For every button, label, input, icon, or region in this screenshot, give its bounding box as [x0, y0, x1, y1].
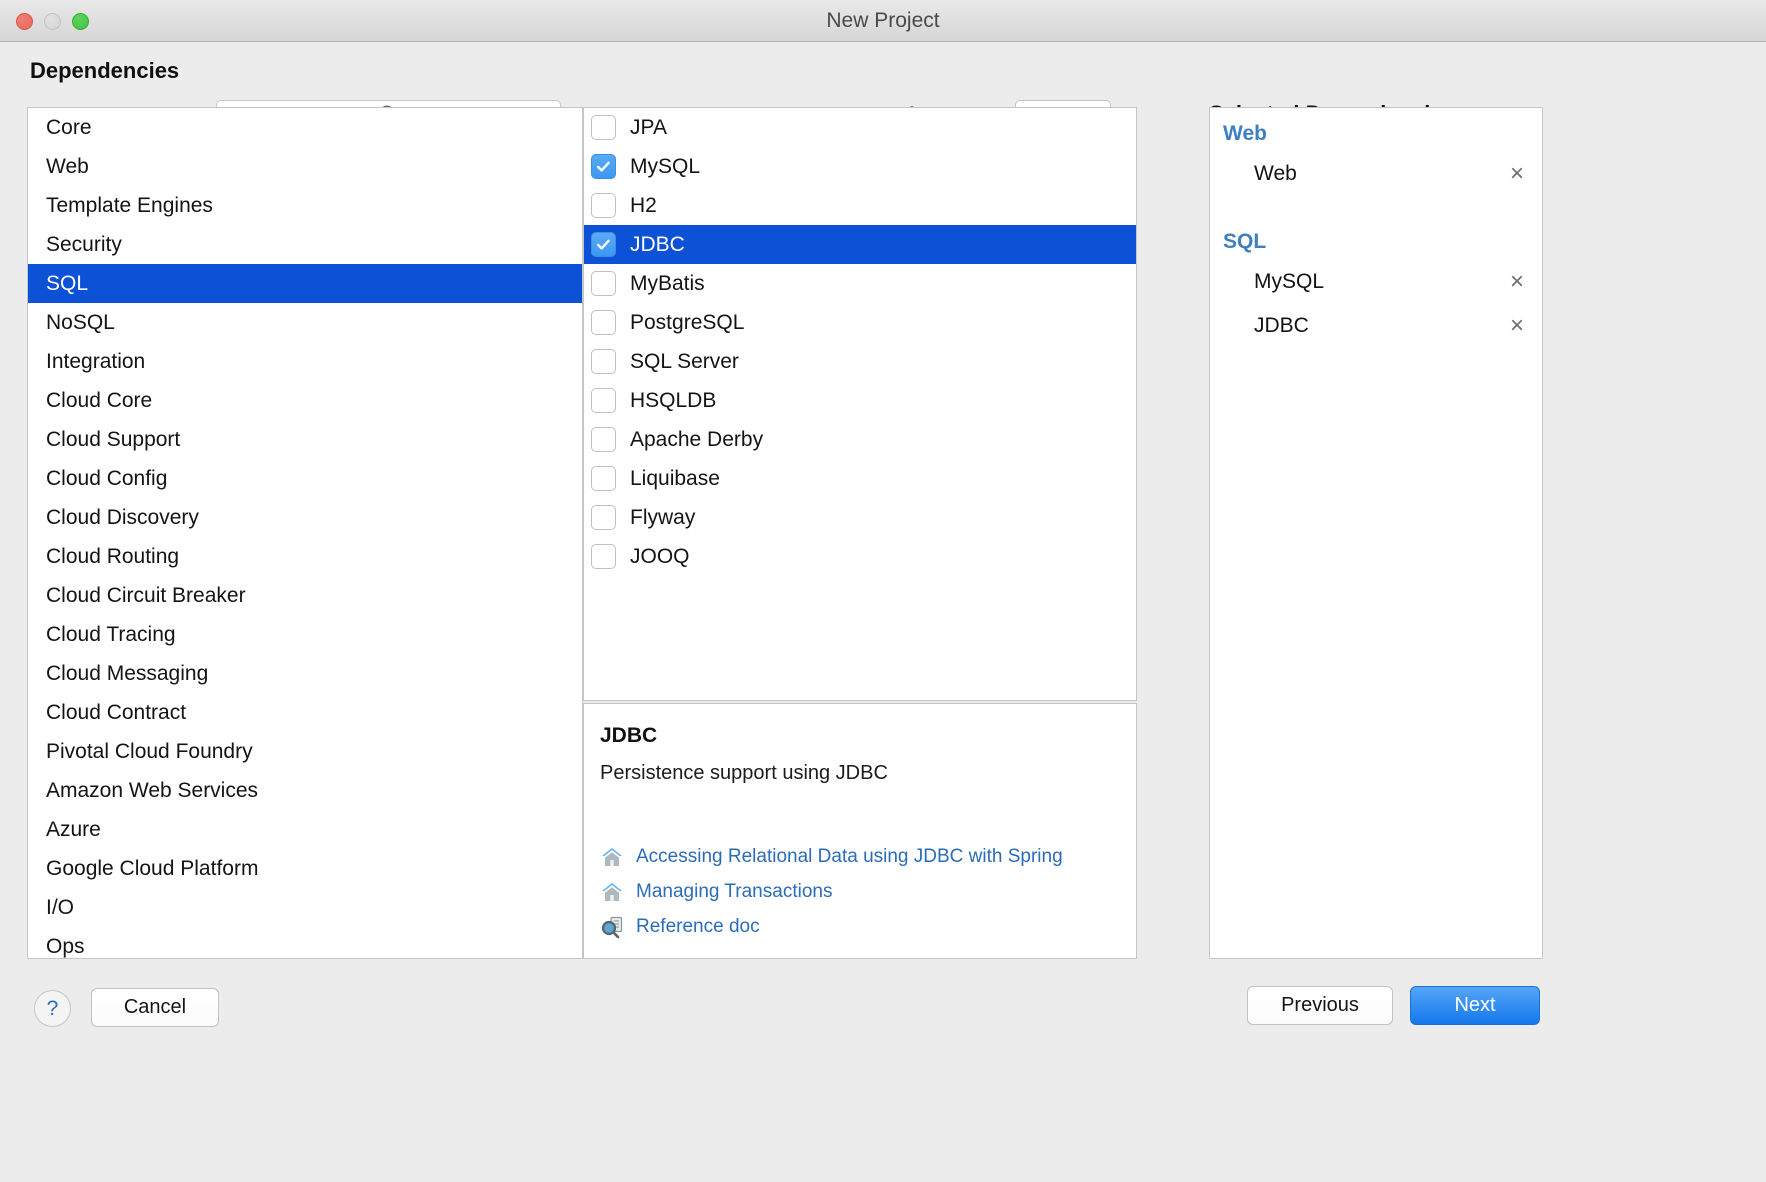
dependency-row[interactable]: Flyway: [584, 498, 1136, 537]
dependency-label: MyBatis: [630, 272, 705, 296]
dependency-label: Flyway: [630, 506, 695, 530]
dependency-label: JPA: [630, 116, 667, 140]
group-spacer: [1210, 196, 1542, 216]
dependency-row[interactable]: Apache Derby: [584, 420, 1136, 459]
selected-dependency-row: JDBC ×: [1210, 304, 1542, 348]
home-icon: [600, 845, 624, 869]
checkbox-unchecked-icon[interactable]: [591, 427, 616, 452]
next-button[interactable]: Next: [1410, 986, 1540, 1025]
dependency-label: H2: [630, 194, 657, 218]
category-item[interactable]: Web: [28, 147, 582, 186]
reference-link[interactable]: Managing Transactions: [600, 874, 1063, 909]
category-item[interactable]: Cloud Circuit Breaker: [28, 576, 582, 615]
reference-link-label[interactable]: Reference doc: [636, 916, 760, 938]
dependency-row[interactable]: JPA: [584, 108, 1136, 147]
description-panel: JDBC Persistence support using JDBC Acce…: [583, 703, 1137, 959]
checkbox-unchecked-icon[interactable]: [591, 466, 616, 491]
checkbox-unchecked-icon[interactable]: [591, 505, 616, 530]
remove-dependency-icon[interactable]: ×: [1510, 162, 1524, 186]
checkbox-unchecked-icon[interactable]: [591, 349, 616, 374]
dependency-label: SQL Server: [630, 350, 739, 374]
description-title: JDBC: [600, 724, 1136, 748]
category-item[interactable]: Cloud Routing: [28, 537, 582, 576]
selected-dependency-label: JDBC: [1254, 314, 1309, 338]
dependency-row[interactable]: PostgreSQL: [584, 303, 1136, 342]
dependency-label: JDBC: [630, 233, 685, 257]
selected-dependency-row: Web ×: [1210, 152, 1542, 196]
dependency-label: JOOQ: [630, 545, 690, 569]
home-icon: [600, 880, 624, 904]
category-item[interactable]: Amazon Web Services: [28, 771, 582, 810]
selected-group-header: Web: [1210, 108, 1542, 152]
dependency-row[interactable]: SQL Server: [584, 342, 1136, 381]
checkbox-unchecked-icon[interactable]: [591, 310, 616, 335]
dependency-row[interactable]: HSQLDB: [584, 381, 1136, 420]
selected-dependency-label: MySQL: [1254, 270, 1324, 294]
category-item[interactable]: Cloud Discovery: [28, 498, 582, 537]
category-item[interactable]: Template Engines: [28, 186, 582, 225]
category-item[interactable]: Google Cloud Platform: [28, 849, 582, 888]
category-item[interactable]: SQL: [28, 264, 582, 303]
selected-dependency-label: Web: [1254, 162, 1297, 186]
checkbox-unchecked-icon[interactable]: [591, 115, 616, 140]
category-item[interactable]: Cloud Contract: [28, 693, 582, 732]
category-list[interactable]: CoreWebTemplate EnginesSecuritySQLNoSQLI…: [27, 107, 583, 959]
category-item[interactable]: I/O: [28, 888, 582, 927]
window-titlebar: New Project: [0, 0, 1766, 42]
category-item[interactable]: Azure: [28, 810, 582, 849]
category-item[interactable]: Cloud Messaging: [28, 654, 582, 693]
checkbox-checked-icon[interactable]: [591, 232, 616, 257]
checkbox-checked-icon[interactable]: [591, 154, 616, 179]
dependency-row[interactable]: JDBC: [584, 225, 1136, 264]
category-item[interactable]: Pivotal Cloud Foundry: [28, 732, 582, 771]
dependency-row[interactable]: JOOQ: [584, 537, 1136, 576]
category-item[interactable]: NoSQL: [28, 303, 582, 342]
dependency-row[interactable]: H2: [584, 186, 1136, 225]
header-bar: Dependencies Spring Boot 2.1.3 Selected …: [0, 42, 1766, 106]
category-item[interactable]: Ops: [28, 927, 582, 959]
category-item[interactable]: Cloud Config: [28, 459, 582, 498]
dependency-label: MySQL: [630, 155, 700, 179]
dependency-label: PostgreSQL: [630, 311, 744, 335]
category-item[interactable]: Core: [28, 108, 582, 147]
checkbox-unchecked-icon[interactable]: [591, 544, 616, 569]
reference-link-label[interactable]: Accessing Relational Data using JDBC wit…: [636, 846, 1063, 868]
category-item[interactable]: Security: [28, 225, 582, 264]
category-item[interactable]: Integration: [28, 342, 582, 381]
selected-dependencies-list[interactable]: Web Web × SQL MySQL × JDBC ×: [1209, 107, 1543, 959]
checkbox-unchecked-icon[interactable]: [591, 271, 616, 296]
dependency-row[interactable]: Liquibase: [584, 459, 1136, 498]
window-title: New Project: [0, 0, 1766, 42]
dependency-label: HSQLDB: [630, 389, 716, 413]
category-item[interactable]: Cloud Tracing: [28, 615, 582, 654]
remove-dependency-icon[interactable]: ×: [1510, 270, 1524, 294]
help-button[interactable]: ?: [34, 990, 71, 1027]
reference-links: Accessing Relational Data using JDBC wit…: [600, 839, 1063, 944]
dependency-label: Liquibase: [630, 467, 720, 491]
page-title: Dependencies: [30, 58, 179, 84]
category-item[interactable]: Cloud Core: [28, 381, 582, 420]
checkbox-unchecked-icon[interactable]: [591, 388, 616, 413]
selected-group-header: SQL: [1210, 216, 1542, 260]
dependency-label: Apache Derby: [630, 428, 763, 452]
footer-bar: ? Cancel Previous Next: [0, 970, 1766, 1182]
previous-button[interactable]: Previous: [1247, 986, 1393, 1025]
reference-link[interactable]: Accessing Relational Data using JDBC wit…: [600, 839, 1063, 874]
reference-link-label[interactable]: Managing Transactions: [636, 881, 832, 903]
reference-doc-icon: [600, 915, 624, 939]
dependency-list[interactable]: JPA MySQL H2 JDBC MyBatis PostgreSQL SQL Serve…: [583, 107, 1137, 701]
checkbox-unchecked-icon[interactable]: [591, 193, 616, 218]
category-item[interactable]: Cloud Support: [28, 420, 582, 459]
remove-dependency-icon[interactable]: ×: [1510, 314, 1524, 338]
cancel-button[interactable]: Cancel: [91, 988, 219, 1027]
description-text: Persistence support using JDBC: [600, 762, 1136, 785]
selected-dependency-row: MySQL ×: [1210, 260, 1542, 304]
dependency-row[interactable]: MySQL: [584, 147, 1136, 186]
dependency-row[interactable]: MyBatis: [584, 264, 1136, 303]
reference-link[interactable]: Reference doc: [600, 909, 1063, 944]
